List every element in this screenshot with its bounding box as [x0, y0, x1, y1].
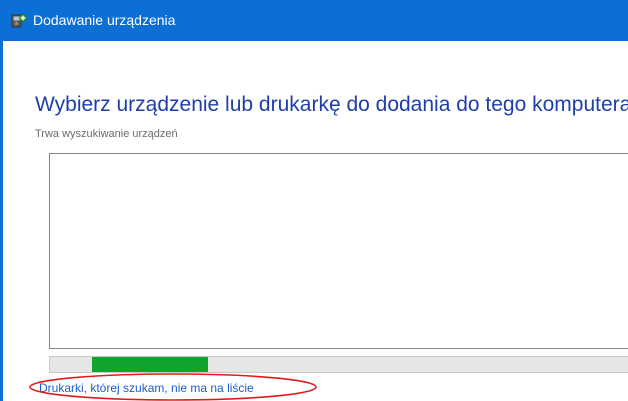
- add-device-window: Dodawanie urządzenia Wybierz urządzenie …: [0, 0, 628, 401]
- page-heading: Wybierz urządzenie lub drukarkę do dodan…: [35, 93, 628, 116]
- search-status-text: Trwa wyszukiwanie urządzeń: [35, 128, 178, 140]
- device-list[interactable]: [49, 153, 628, 349]
- title-bar[interactable]: Dodawanie urządzenia: [0, 0, 628, 41]
- search-progress-fill: [92, 357, 208, 372]
- window-title: Dodawanie urządzenia: [33, 12, 176, 28]
- add-device-icon: [10, 12, 28, 29]
- printer-not-listed-link[interactable]: Drukarki, której szukam, nie ma na liści…: [39, 381, 254, 396]
- window-left-border: [0, 41, 3, 401]
- search-progress-bar: [49, 356, 628, 373]
